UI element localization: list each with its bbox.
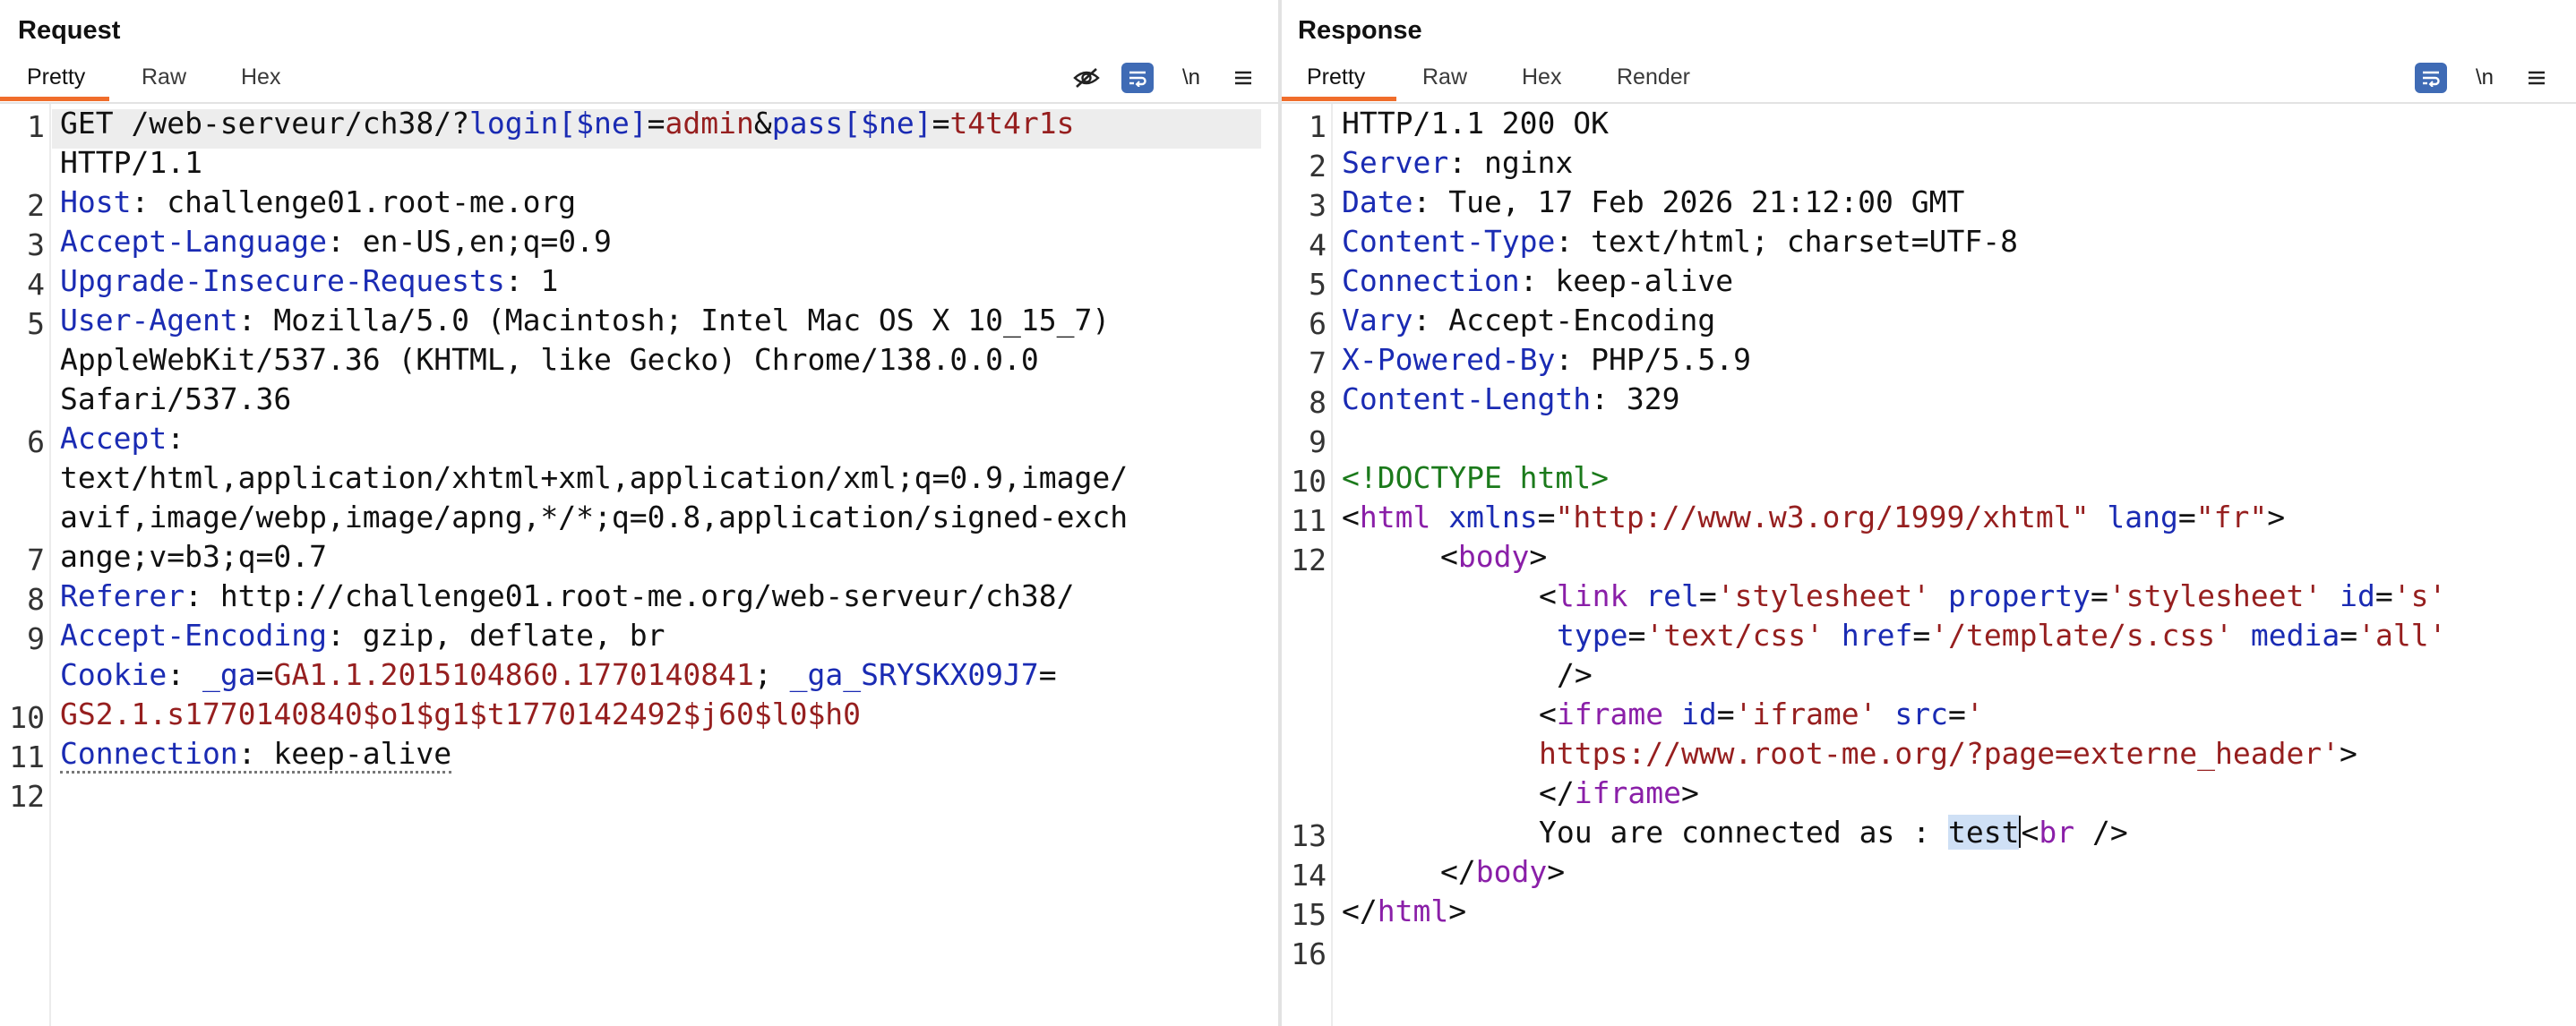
line-number: 5 [27, 306, 45, 341]
line-number: 12 [1291, 543, 1327, 577]
line-number: 8 [27, 582, 45, 617]
line-number: 5 [1309, 267, 1327, 302]
line-number: 6 [1309, 306, 1327, 341]
request-word-wrap-icon[interactable] [1121, 63, 1154, 93]
response-line: <html xmlns="http://www.w3.org/1999/xhtm… [1342, 500, 2286, 534]
line-number: 4 [27, 267, 45, 302]
line-number: 16 [1291, 936, 1327, 971]
line-number: 2 [1309, 149, 1327, 184]
response-line: Content-Length: 329 [1342, 381, 1680, 416]
line-number: 1 [1309, 109, 1327, 144]
line-number: 3 [27, 227, 45, 262]
request-line: Cookie: _ga=GA1.1.2015104860.1770140841;… [60, 657, 1057, 692]
response-line: X-Powered-By: PHP/5.5.9 [1342, 342, 1751, 377]
response-line: Date: Tue, 17 Feb 2026 21:12:00 GMT [1342, 184, 1965, 219]
response-line: </body> [1440, 854, 1566, 889]
response-line: <body> [1440, 539, 1548, 574]
response-line: <link rel='stylesheet' property='stylesh… [1539, 578, 2447, 613]
request-tab-bar: Pretty Raw Hex \n [0, 56, 1278, 104]
response-pane: Response Pretty Raw Hex Render \n 1 2 3 … [1282, 0, 2576, 1026]
response-line: HTTP/1.1 200 OK [1342, 106, 1610, 141]
request-active-tab-indicator [0, 97, 109, 101]
request-line: ange;v=b3;q=0.7 [60, 539, 328, 574]
line-number: 15 [1291, 897, 1327, 932]
line-number: 6 [27, 424, 45, 459]
response-line: Content-Type: text/html; charset=UTF-8 [1342, 224, 2018, 259]
response-tab-hex[interactable]: Hex [1522, 64, 1561, 90]
response-line: You are connected as : test<br /> [1539, 815, 2128, 850]
request-line: HTTP/1.1 [60, 145, 202, 180]
line-number: 13 [1291, 818, 1327, 853]
response-tab-raw[interactable]: Raw [1422, 64, 1467, 90]
response-line: <iframe id='iframe' src=' [1539, 697, 1984, 731]
hide-nonprintable-eye-slash-icon[interactable] [1070, 63, 1103, 93]
request-line: Accept-Encoding: gzip, deflate, br [60, 618, 665, 653]
response-tab-bar: Pretty Raw Hex Render \n [1282, 56, 2576, 104]
line-number: 10 [9, 700, 45, 735]
request-line: text/html,application/xhtml+xml,applicat… [60, 460, 1129, 495]
response-line: Vary: Accept-Encoding [1342, 303, 1716, 338]
response-line: </iframe> [1539, 775, 1699, 810]
line-number: 8 [1309, 385, 1327, 420]
line-number: 11 [1291, 503, 1327, 538]
request-line: Upgrade-Insecure-Requests: 1 [60, 263, 559, 298]
request-line: Accept: [60, 421, 185, 456]
selected-text: test [1947, 815, 2020, 850]
request-show-newlines-icon[interactable]: \n [1175, 63, 1207, 93]
line-number: 11 [9, 740, 45, 774]
request-line: GS2.1.s1770140840$o1$g1$t1770142492$j60$… [60, 697, 862, 731]
response-line: <!DOCTYPE html> [1342, 460, 1610, 495]
response-line: Server: nginx [1342, 145, 1574, 180]
response-tab-render[interactable]: Render [1617, 64, 1690, 90]
response-menu-icon[interactable] [2520, 63, 2553, 93]
response-line: </html> [1342, 893, 1467, 928]
response-show-newlines-icon[interactable]: \n [2469, 63, 2501, 93]
response-editor[interactable]: 1 2 3 4 5 6 7 8 9 10 11 12 13 14 15 16 H… [1282, 104, 2576, 1026]
request-title: Request [18, 16, 121, 45]
response-active-tab-indicator [1282, 97, 1396, 101]
response-line: /> [1557, 657, 1593, 692]
line-number: 9 [27, 621, 45, 656]
request-tab-pretty[interactable]: Pretty [27, 64, 85, 90]
line-number: 3 [1309, 188, 1327, 223]
request-line: Referer: http://challenge01.root-me.org/… [60, 578, 1075, 613]
response-tab-pretty[interactable]: Pretty [1307, 64, 1365, 90]
response-title: Response [1298, 16, 1422, 45]
line-number: 12 [9, 779, 45, 814]
line-number: 14 [1291, 858, 1327, 893]
request-line: User-Agent: Mozilla/5.0 (Macintosh; Inte… [60, 303, 1111, 338]
request-tab-hex[interactable]: Hex [241, 64, 280, 90]
line-number: 9 [1309, 424, 1327, 459]
line-number: 2 [27, 188, 45, 223]
request-line: Host: challenge01.root-me.org [60, 184, 577, 219]
request-menu-icon[interactable] [1227, 63, 1259, 93]
response-word-wrap-icon[interactable] [2415, 63, 2447, 93]
response-line: type='text/css' href='/template/s.css' m… [1557, 618, 2447, 653]
line-number: 1 [27, 109, 45, 144]
request-line: avif,image/webp,image/apng,*/*;q=0.8,app… [60, 500, 1129, 534]
line-number: 10 [1291, 464, 1327, 499]
request-editor[interactable]: 1 2 3 4 5 6 7 8 9 10 11 12 GET /web-serv… [0, 104, 1278, 1026]
request-line: Connection: keep-alive [60, 734, 452, 774]
response-line: Connection: keep-alive [1342, 263, 1734, 298]
request-line: AppleWebKit/537.36 (KHTML, like Gecko) C… [60, 342, 1039, 377]
line-number: 7 [1309, 346, 1327, 380]
request-pane: Request Pretty Raw Hex \n 1 2 3 4 5 6 7 … [0, 0, 1278, 1026]
request-line: Accept-Language: en-US,en;q=0.9 [60, 224, 612, 259]
request-line: Safari/537.36 [60, 381, 292, 416]
request-line: GET /web-serveur/ch38/?login[$ne]=admin&… [60, 106, 1075, 141]
request-tab-raw[interactable]: Raw [142, 64, 186, 90]
line-number: 7 [27, 543, 45, 577]
response-line: https://www.root-me.org/?page=externe_he… [1539, 736, 2357, 771]
line-number: 4 [1309, 227, 1327, 262]
